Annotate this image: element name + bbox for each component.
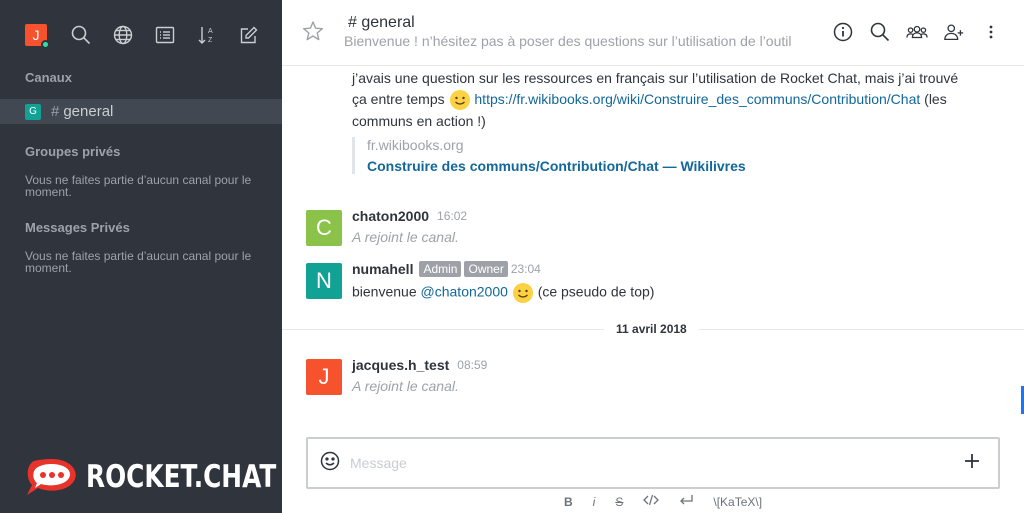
message-body: A rejoint le canal.	[352, 378, 459, 394]
directory-globe-icon[interactable]	[112, 24, 134, 46]
link-preview: fr.wikibooks.org Construire des communs/…	[352, 137, 772, 174]
message-header: jacques.h_test 08:59	[352, 357, 487, 373]
sort-az-icon[interactable]: AZ	[196, 24, 218, 46]
message-item: C chaton2000 16:02 A rejoint le canal.	[306, 208, 467, 246]
role-badge-owner: Owner	[464, 261, 508, 277]
room-name: general	[361, 14, 415, 31]
create-new-edit-icon[interactable]	[238, 24, 260, 46]
direct-messages-empty-note: Vous ne faites partie d’aucun canal pour…	[25, 249, 252, 275]
message-item: J jacques.h_test 08:59 A rejoint le cana…	[306, 357, 487, 395]
svg-text:A: A	[208, 28, 213, 35]
link-preview-title[interactable]: Construire des communs/Contribution/Chat…	[367, 158, 772, 174]
message-body: bienvenue @chaton2000 (ce pseudo de top)	[352, 282, 654, 304]
rocket-chat-logo-icon	[27, 459, 76, 495]
smile-emoji-icon	[449, 89, 471, 111]
private-groups-empty-note: Vous ne faites partie d’aucun canal pour…	[25, 173, 252, 199]
room-title: # general	[348, 14, 415, 32]
add-attachment-plus-icon[interactable]	[964, 453, 980, 474]
message-input[interactable]	[350, 455, 964, 471]
timestamp: 08:59	[457, 358, 488, 372]
katex-button[interactable]: \[KaTeX\]	[713, 495, 762, 509]
logo-text: ROCKET.CHAT	[86, 459, 277, 495]
message-body: A rejoint le canal.	[352, 229, 459, 245]
italic-button[interactable]: i	[593, 495, 596, 509]
message-list: j’avais une question sur les ressources …	[282, 67, 1024, 427]
search-messages-icon[interactable]	[869, 21, 891, 43]
link-preview-site: fr.wikibooks.org	[367, 137, 464, 153]
channel-name: general	[63, 103, 114, 120]
view-mode-list-icon[interactable]	[154, 24, 176, 46]
message-text: bienvenue	[352, 283, 417, 300]
online-status-indicator	[41, 40, 50, 49]
code-icon[interactable]	[643, 494, 660, 509]
message-link[interactable]: https://fr.wikibooks.org/wiki/Construire…	[474, 91, 920, 107]
private-groups-section-title: Groupes privés	[25, 144, 121, 159]
multiline-code-icon[interactable]	[679, 494, 694, 509]
continued-message-line-3: communs en action !)	[352, 113, 486, 129]
formatting-toolbar: B i S \[KaTeX\]	[564, 494, 782, 509]
search-icon[interactable]	[70, 24, 92, 46]
channel-avatar: G	[25, 103, 41, 120]
continued-message-line-2: ça entre temps https://fr.wikibooks.org/…	[352, 88, 947, 111]
message-item: N numahell Admin Owner 23:04 bienvenue @…	[306, 261, 654, 303]
message-text: (les	[924, 91, 947, 107]
header-toolbar	[817, 21, 1002, 43]
hash-icon: #	[348, 14, 357, 31]
room-topic: Bienvenue ! n’hésitez pas à poser des qu…	[344, 33, 792, 49]
hash-icon: #	[51, 103, 60, 120]
kebab-menu-icon[interactable]	[980, 21, 1002, 43]
room-header: # general Bienvenue ! n’hésitez pas à po…	[282, 0, 1024, 66]
user-mention[interactable]: @chaton2000	[421, 284, 508, 300]
username[interactable]: jacques.h_test	[352, 357, 449, 373]
sidebar-item-general[interactable]: G # general	[0, 99, 282, 124]
message-composer	[306, 437, 1000, 489]
sidebar-toolbar: J AZ	[0, 0, 282, 70]
rocket-chat-logo: ROCKET.CHAT	[24, 455, 324, 499]
strike-button[interactable]: S	[615, 495, 623, 509]
favorite-star-icon[interactable]	[302, 20, 324, 47]
bold-button[interactable]: B	[564, 495, 573, 509]
user-avatar[interactable]: J	[25, 24, 50, 49]
svg-text:Z: Z	[208, 37, 213, 44]
message-header: numahell Admin Owner 23:04	[352, 261, 541, 277]
smile-emoji-icon	[512, 282, 534, 304]
app: J AZ Canaux G # general Groupes privés V…	[0, 0, 1024, 513]
message-header: chaton2000 16:02	[352, 208, 467, 224]
message-text: (ce pseudo de top)	[537, 283, 655, 300]
sidebar: J AZ Canaux G # general Groupes privés V…	[0, 0, 282, 513]
add-user-icon[interactable]	[943, 21, 965, 43]
direct-messages-section-title: Messages Privés	[25, 220, 130, 235]
channels-section-title: Canaux	[25, 70, 72, 85]
message-text: ça entre temps	[352, 91, 445, 107]
continued-message-line-1: j’avais une question sur les ressources …	[352, 70, 959, 86]
avatar[interactable]: N	[306, 263, 342, 299]
user-avatar-initial: J	[32, 27, 40, 43]
room-info-icon[interactable]	[832, 21, 854, 43]
avatar[interactable]: J	[306, 359, 342, 395]
username[interactable]: numahell	[352, 261, 413, 277]
role-badge-admin: Admin	[419, 261, 462, 277]
main-panel: # general Bienvenue ! n’hésitez pas à po…	[282, 0, 1024, 513]
date-divider: 11 avril 2018	[604, 322, 699, 336]
username[interactable]: chaton2000	[352, 208, 429, 224]
timestamp: 23:04	[510, 262, 541, 276]
members-icon[interactable]	[906, 21, 928, 43]
timestamp: 16:02	[437, 209, 468, 223]
emoji-picker-icon[interactable]	[320, 451, 340, 476]
avatar[interactable]: C	[306, 210, 342, 246]
